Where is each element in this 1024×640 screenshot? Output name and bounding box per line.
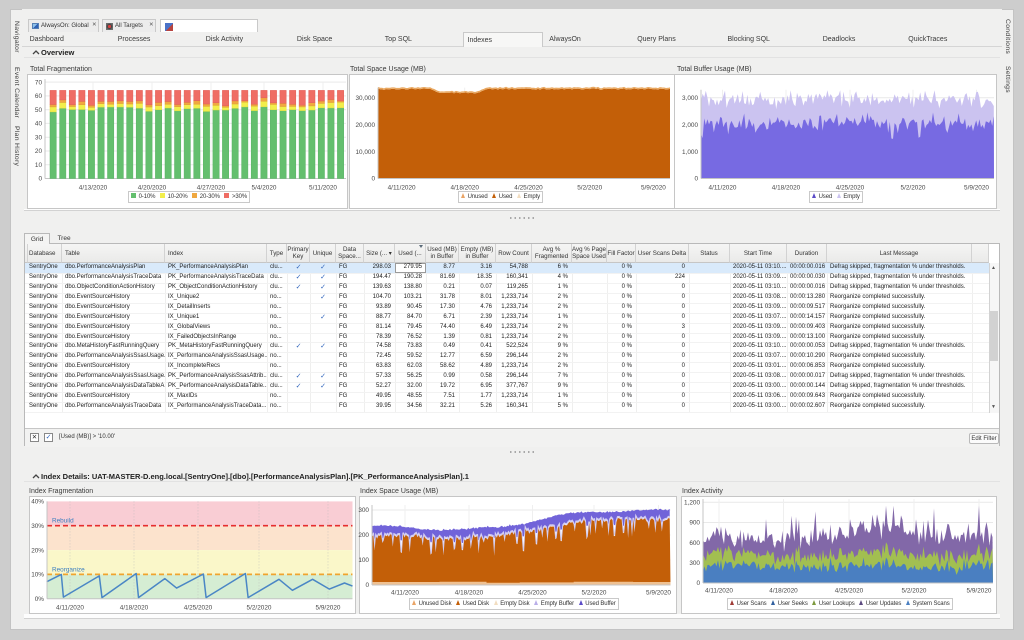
svg-text:4/13/2020: 4/13/2020: [79, 185, 108, 192]
svg-text:300: 300: [358, 507, 369, 514]
svg-text:60: 60: [35, 93, 43, 100]
svg-text:4/11/2020: 4/11/2020: [709, 185, 737, 192]
svg-text:4/18/2020: 4/18/2020: [772, 185, 801, 192]
svg-text:4/11/2020: 4/11/2020: [391, 590, 419, 597]
svg-text:50: 50: [35, 107, 43, 114]
svg-text:3,000: 3,000: [682, 95, 698, 102]
svg-text:30,000: 30,000: [355, 95, 375, 102]
svg-text:4/11/2020: 4/11/2020: [705, 588, 733, 595]
svg-text:20: 20: [35, 148, 43, 155]
svg-text:10: 10: [35, 162, 43, 169]
svg-text:0: 0: [38, 176, 42, 183]
svg-text:20%: 20%: [31, 547, 44, 554]
svg-text:10,000: 10,000: [355, 149, 375, 156]
svg-text:900: 900: [689, 520, 700, 527]
svg-text:4/25/2020: 4/25/2020: [518, 590, 547, 597]
svg-text:4/18/2020: 4/18/2020: [120, 604, 149, 611]
svg-text:2,000: 2,000: [682, 122, 698, 129]
svg-text:5/9/2020: 5/9/2020: [316, 604, 341, 611]
svg-text:20,000: 20,000: [355, 122, 375, 129]
svg-text:0: 0: [365, 582, 369, 589]
svg-text:0: 0: [371, 176, 375, 183]
svg-text:200: 200: [358, 532, 369, 539]
svg-text:5/4/2020: 5/4/2020: [252, 185, 277, 192]
svg-text:4/18/2020: 4/18/2020: [455, 590, 484, 597]
svg-text:0%: 0%: [35, 596, 45, 603]
svg-text:100: 100: [358, 557, 369, 564]
svg-text:300: 300: [689, 560, 700, 567]
svg-text:1,000: 1,000: [682, 149, 698, 156]
svg-text:30%: 30%: [31, 523, 44, 530]
svg-text:5/2/2020: 5/2/2020: [902, 588, 927, 595]
svg-text:40%: 40%: [31, 499, 44, 506]
svg-text:5/2/2020: 5/2/2020: [577, 185, 602, 192]
svg-text:70: 70: [35, 79, 43, 86]
svg-text:30: 30: [35, 134, 43, 141]
svg-text:4/11/2020: 4/11/2020: [388, 185, 416, 192]
svg-text:0: 0: [694, 176, 698, 183]
svg-text:4/11/2020: 4/11/2020: [56, 604, 84, 611]
svg-text:600: 600: [689, 540, 700, 547]
svg-text:5/2/2020: 5/2/2020: [247, 604, 272, 611]
svg-text:5/11/2020: 5/11/2020: [309, 185, 337, 192]
svg-text:5/2/2020: 5/2/2020: [582, 590, 607, 597]
svg-text:5/9/2020: 5/9/2020: [646, 590, 671, 597]
svg-text:5/2/2020: 5/2/2020: [901, 185, 926, 192]
svg-text:5/9/2020: 5/9/2020: [964, 185, 989, 192]
svg-text:10%: 10%: [31, 572, 44, 579]
svg-text:5/9/2020: 5/9/2020: [967, 588, 992, 595]
svg-text:4/25/2020: 4/25/2020: [835, 588, 864, 595]
svg-text:Rebuild: Rebuild: [52, 518, 74, 525]
svg-text:1,200: 1,200: [684, 500, 700, 507]
svg-text:5/9/2020: 5/9/2020: [641, 185, 666, 192]
svg-text:Reorganize: Reorganize: [52, 566, 85, 573]
svg-text:40: 40: [35, 121, 43, 128]
svg-text:4/25/2020: 4/25/2020: [184, 604, 213, 611]
svg-text:4/18/2020: 4/18/2020: [769, 588, 798, 595]
svg-text:0: 0: [696, 580, 700, 587]
